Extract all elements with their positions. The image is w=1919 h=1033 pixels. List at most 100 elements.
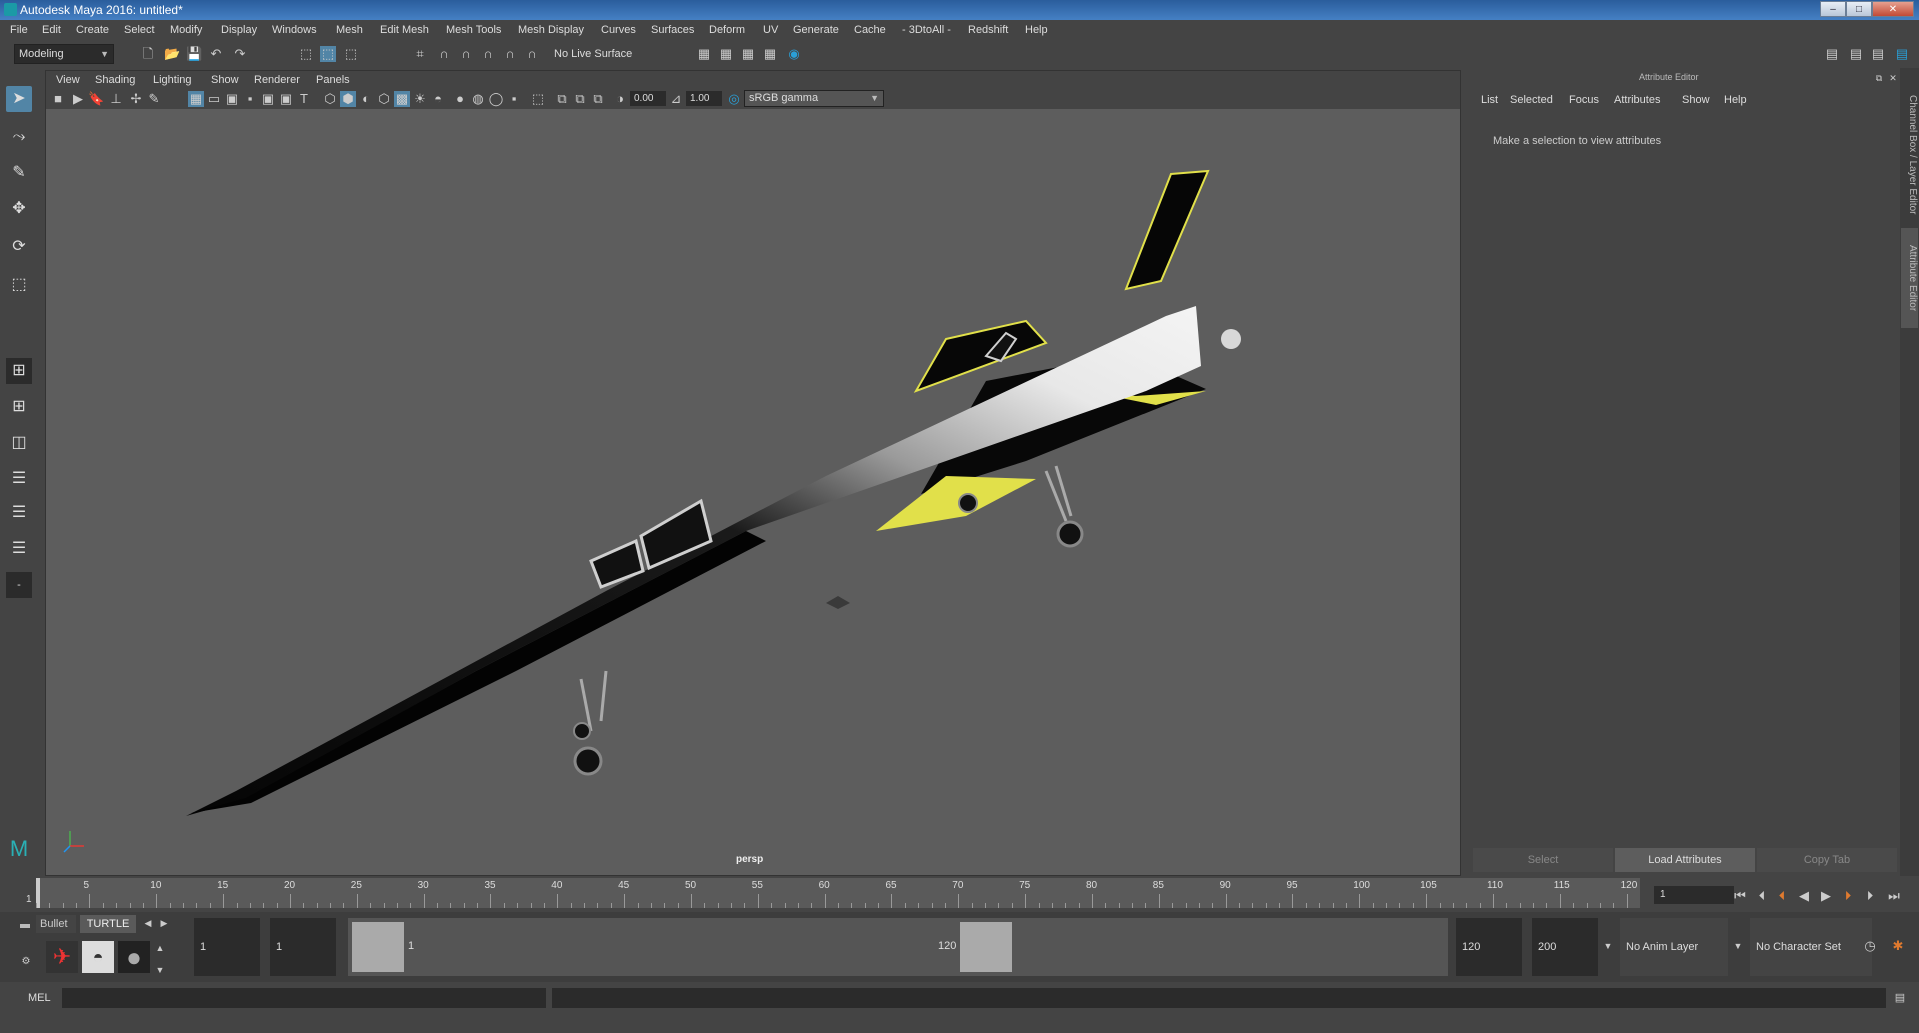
menu-uv[interactable]: UV <box>763 24 778 36</box>
select-hierarchy-icon[interactable]: ⬚ <box>298 46 314 62</box>
viewport-persp[interactable]: View Shading Lighting Show Renderer Pane… <box>45 70 1461 876</box>
menu-modify[interactable]: Modify <box>170 24 202 36</box>
copy-tab-button[interactable]: Copy Tab <box>1757 848 1897 872</box>
menu-select[interactable]: Select <box>124 24 155 36</box>
select-component-icon[interactable]: ⬚ <box>343 46 359 62</box>
menu-deform[interactable]: Deform <box>709 24 745 36</box>
range-end-handle[interactable] <box>960 922 1012 972</box>
move-tool-icon[interactable]: ✥ <box>6 196 32 222</box>
menu-curves[interactable]: Curves <box>601 24 636 36</box>
anim-layer-chevron-icon[interactable]: ▼ <box>1730 938 1746 954</box>
undo-icon[interactable]: ↶ <box>208 46 224 62</box>
select-tool-icon[interactable]: ➤ <box>6 86 32 112</box>
shelf-menu-icon[interactable] <box>20 924 30 928</box>
menu-edit-mesh[interactable]: Edit Mesh <box>380 24 429 36</box>
turtle-render-icon[interactable]: ◓ <box>82 941 114 973</box>
snap-view-icon[interactable]: ∩ <box>480 46 496 62</box>
play-backward-icon[interactable]: ◀ <box>1796 888 1812 904</box>
shelf-tab-turtle[interactable]: TURTLE <box>80 915 136 933</box>
snap-curve-icon[interactable]: ∩ <box>436 46 452 62</box>
attr-menu-help[interactable]: Help <box>1724 94 1747 106</box>
jet-model[interactable] <box>186 169 1241 816</box>
menu-create[interactable]: Create <box>76 24 109 36</box>
four-pane-layout-icon[interactable]: ⊞ <box>6 394 32 420</box>
render-settings-icon[interactable]: ▦ <box>696 46 712 62</box>
menu-redshift[interactable]: Redshift <box>968 24 1008 36</box>
close-button[interactable]: ✕ <box>1872 1 1914 17</box>
attribute-editor-tab[interactable]: Attribute Editor <box>1901 228 1918 328</box>
single-pane-layout-icon[interactable]: ⊞ <box>6 358 32 384</box>
baking-sphere-icon[interactable]: ● <box>118 941 150 973</box>
menu-help[interactable]: Help <box>1025 24 1048 36</box>
command-input[interactable] <box>62 988 546 1008</box>
bullet-solver-icon[interactable]: ✈ <box>46 941 78 973</box>
menu-cache[interactable]: Cache <box>854 24 886 36</box>
outliner-layout-icon[interactable]: ☰ <box>6 466 32 492</box>
menu-edit[interactable]: Edit <box>42 24 61 36</box>
new-scene-icon[interactable]: 🗋 <box>140 46 156 62</box>
attr-menu-list[interactable]: List <box>1481 94 1498 106</box>
shelf-tab-bullet[interactable]: Bullet <box>36 915 76 933</box>
snap-surface-icon[interactable]: ∩ <box>502 46 518 62</box>
graph-layout-icon[interactable]: ☰ <box>6 500 32 526</box>
menu-mesh[interactable]: Mesh <box>336 24 363 36</box>
shelf-scroll-left-icon[interactable]: ◀ <box>140 915 156 931</box>
live-surface-field[interactable]: No Live Surface <box>550 45 646 63</box>
command-language-label[interactable]: MEL <box>28 992 51 1004</box>
snap-grid-icon[interactable]: ⌗ <box>412 46 428 62</box>
range-options-icon[interactable]: ▼ <box>1600 938 1616 954</box>
step-back-key-icon[interactable]: ⏴ <box>1774 888 1790 904</box>
menu-mesh-display[interactable]: Mesh Display <box>518 24 584 36</box>
hypershade-layout-icon[interactable]: ☰ <box>6 536 32 562</box>
attribute-editor-toggle-icon[interactable]: ▤ <box>1894 46 1910 62</box>
attr-menu-focus[interactable]: Focus <box>1569 94 1599 106</box>
menu-mesh-tools[interactable]: Mesh Tools <box>446 24 501 36</box>
go-to-end-icon[interactable]: ⏭ <box>1886 888 1902 904</box>
redo-icon[interactable]: ↷ <box>232 46 248 62</box>
paint-select-icon[interactable]: ✎ <box>6 160 32 186</box>
playback-start-field[interactable]: 1 <box>270 918 336 976</box>
menu-windows[interactable]: Windows <box>272 24 317 36</box>
step-forward-key-icon[interactable]: ⏵ <box>1840 888 1856 904</box>
select-object-icon[interactable]: ⬚ <box>320 46 336 62</box>
save-scene-icon[interactable]: 💾 <box>186 46 202 62</box>
anim-layer-dropdown[interactable]: No Anim Layer <box>1620 918 1728 976</box>
animation-preferences-icon[interactable]: ✱ <box>1890 938 1906 954</box>
channel-box-tab[interactable]: Channel Box / Layer Editor <box>1901 80 1918 230</box>
shelf-settings-icon[interactable]: ⚙ <box>18 954 34 970</box>
menu-display[interactable]: Display <box>221 24 257 36</box>
step-back-frame-icon[interactable]: ⏴ <box>1754 888 1770 904</box>
scale-tool-icon[interactable]: ⬚ <box>6 272 32 298</box>
menu-file[interactable]: File <box>10 24 28 36</box>
menu-generate[interactable]: Generate <box>793 24 839 36</box>
time-ruler[interactable]: 5 10 15 20 25 30 35 40 45 50 55 60 65 70 75 80 85 90 95 100… <box>36 878 1640 908</box>
close-panel-icon[interactable]: ✕ <box>1885 70 1901 86</box>
range-start-handle[interactable] <box>352 922 404 972</box>
menu-surfaces[interactable]: Surfaces <box>651 24 694 36</box>
tool-settings-toggle-icon[interactable]: ▤ <box>1870 46 1886 62</box>
snap-live-icon[interactable]: ∩ <box>524 46 540 62</box>
attr-menu-show[interactable]: Show <box>1682 94 1710 106</box>
range-slider[interactable]: 1 120 <box>348 918 1448 976</box>
open-scene-icon[interactable]: 📂 <box>164 46 180 62</box>
ipr-render-icon[interactable]: ▦ <box>740 46 756 62</box>
shelf-scroll-right-icon[interactable]: ▶ <box>156 915 172 931</box>
current-frame-field[interactable]: 1 <box>1654 886 1734 904</box>
scene-start-field[interactable]: 1 <box>194 918 260 976</box>
step-forward-frame-icon[interactable]: ⏵ <box>1862 888 1878 904</box>
go-to-start-icon[interactable]: ⏮ <box>1732 888 1748 904</box>
maximize-button[interactable]: □ <box>1846 1 1872 17</box>
lasso-tool-icon[interactable]: ⤳ <box>6 124 32 150</box>
hypershade-icon[interactable]: ◉ <box>786 46 802 62</box>
workspace-icon[interactable]: ▤ <box>1824 46 1840 62</box>
channel-box-toggle-icon[interactable]: ▤ <box>1848 46 1864 62</box>
play-forward-icon[interactable]: ▶ <box>1818 888 1834 904</box>
attr-menu-attributes[interactable]: Attributes <box>1614 94 1660 106</box>
menu-3dtoall[interactable]: - 3DtoAll - <box>902 24 951 36</box>
load-attributes-button[interactable]: Load Attributes <box>1615 848 1755 872</box>
snap-point-icon[interactable]: ∩ <box>458 46 474 62</box>
render-view-icon[interactable]: ▦ <box>718 46 734 62</box>
scene-end-field[interactable]: 200 <box>1532 918 1598 976</box>
auto-key-icon[interactable]: ◷ <box>1862 938 1878 954</box>
menu-set-dropdown[interactable]: Modeling ▼ <box>14 44 114 64</box>
